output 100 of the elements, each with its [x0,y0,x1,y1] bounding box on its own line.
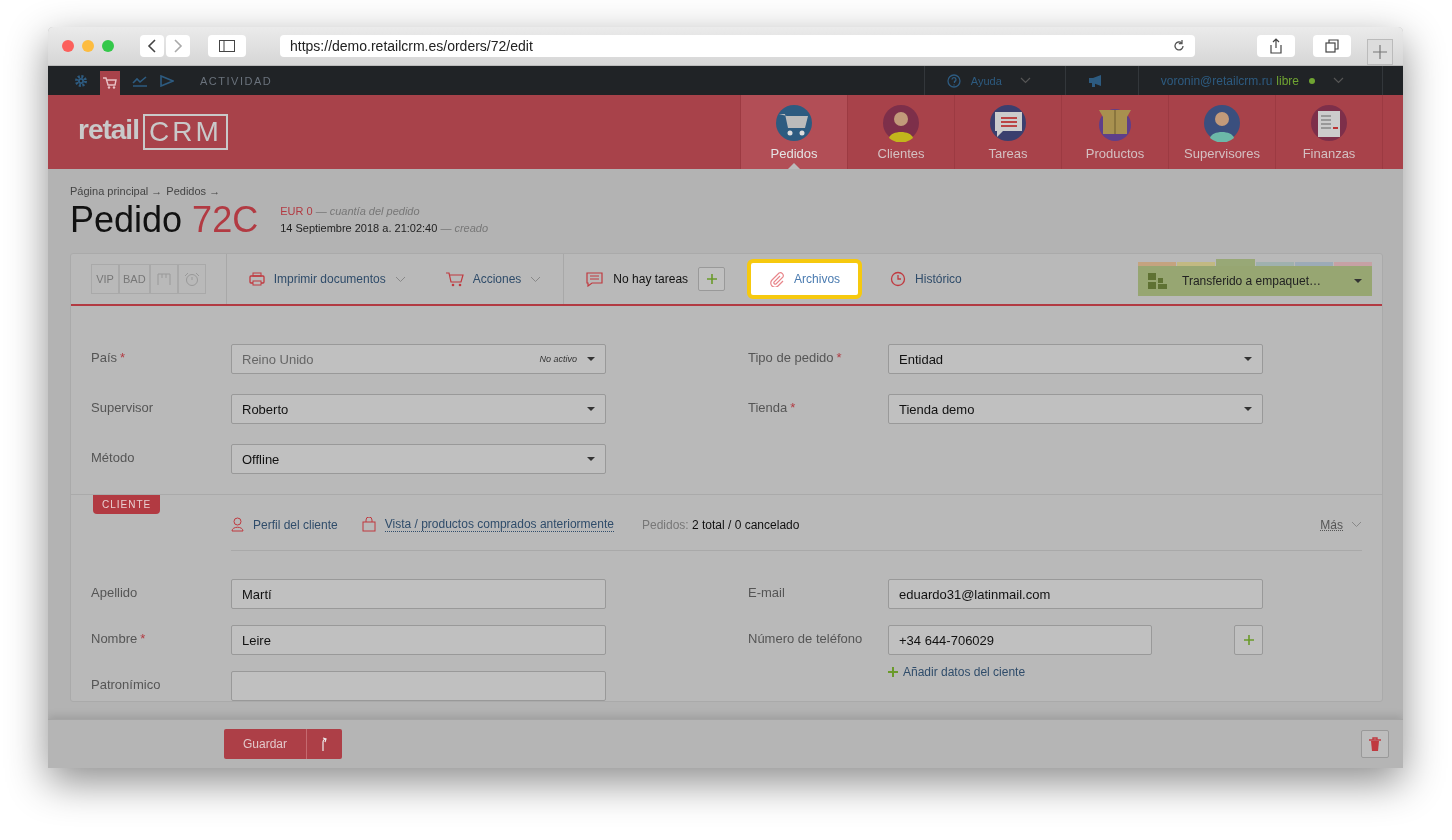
field-label: Apellido [91,584,138,600]
share-button[interactable] [1257,35,1295,57]
input-field[interactable]: Martí [231,579,606,609]
back-button[interactable] [140,35,164,57]
add-client-data-link[interactable]: Añadir datos del ciente [888,665,1263,679]
nav-item[interactable]: Pedidos [740,95,847,169]
chart-icon[interactable] [132,74,148,87]
status-step[interactable] [1294,262,1333,266]
order-title: Pedido 72C [70,199,259,241]
sidebar-icon [219,40,235,52]
address-field[interactable]: https://demo.retailcrm.es/orders/72/edit [280,35,1195,57]
chevron-icon [1351,521,1362,528]
person-icon [231,517,244,532]
sidebar-button[interactable] [208,35,246,57]
flag-icon [156,272,171,286]
back-icon [147,39,157,53]
chevron-icon [530,275,542,283]
select-field[interactable]: Entidad [888,344,1263,374]
printer-icon [248,272,265,286]
field-label: Nombre [91,630,138,646]
input-field[interactable]: eduardo31@latinmail.com [888,579,1263,609]
delete-button[interactable] [1361,730,1389,758]
tag-toggle[interactable] [177,264,206,294]
required-mark: * [120,349,126,365]
clock-icon [890,271,907,287]
reload-icon[interactable] [1173,40,1185,52]
required-mark: * [140,630,146,646]
tabs-button[interactable] [1313,35,1351,57]
forward-icon [173,39,183,53]
chevron-icon [394,275,406,283]
tag-toggle[interactable] [149,264,178,294]
play-icon[interactable] [160,74,174,87]
section-badge: CLIENTE [93,495,161,514]
select-field[interactable]: Roberto [231,394,606,424]
plus-icon [1373,45,1387,59]
input-field[interactable]: +34 644-706029 [888,625,1152,655]
nav-item[interactable]: Clientes [847,95,954,169]
document-icon [1310,103,1348,142]
field-label: Tipo de pedido [748,349,834,365]
field-label: Método [91,449,135,465]
nav-item[interactable]: Productos [1061,95,1168,169]
person-icon [1203,103,1241,142]
online-status-dot [1309,77,1315,84]
help-icon[interactable] [946,73,961,88]
required-mark: * [790,399,796,415]
zoom-dot[interactable] [102,40,114,52]
select-field[interactable]: Offline [231,444,606,474]
minimize-dot[interactable] [82,40,94,52]
status-step[interactable] [1255,262,1294,266]
megaphone-icon[interactable] [1087,74,1104,87]
print-documents-menu[interactable]: Imprimir documentos [248,272,406,286]
cart-tab[interactable] [100,71,120,95]
breadcrumb-link[interactable]: Página principal → [70,185,163,197]
caret-icon [587,357,595,361]
field-label: Patronímico [91,676,161,692]
more-toggle[interactable]: Más [1320,517,1362,532]
field-label: País [91,349,117,365]
orders-summary: Pedidos: 2 total / 0 cancelado [641,517,800,532]
plan-label: libre [1276,73,1299,88]
add-task-button[interactable] [698,267,726,291]
plus-icon [888,667,898,677]
caret-icon [587,407,595,411]
actions-menu[interactable]: Acciones [445,271,542,287]
blocks-icon [1148,273,1168,289]
new-tab-button[interactable] [1367,39,1393,65]
nav-item[interactable]: Tareas [954,95,1061,169]
chevron-icon[interactable] [1333,77,1344,84]
select-field[interactable]: Tienda demo [888,394,1263,424]
nav-item[interactable]: Supervisores [1168,95,1275,169]
toolbar-tab[interactable]: Histórico [872,263,980,295]
cart-icon [103,77,117,89]
save-and-exit-button[interactable] [306,729,343,759]
status-step[interactable] [1333,262,1373,266]
purchase-history-link[interactable]: Vista / productos comprados anteriormente [361,517,614,532]
field-label: Tienda [748,399,788,415]
nav-item[interactable]: Finanzas [1275,95,1383,169]
caret-icon [1354,279,1362,283]
chevron-icon[interactable] [1019,77,1031,84]
status-dropdown[interactable]: Transferido a empaquet… [1138,266,1372,296]
add-phone-button[interactable] [1234,625,1263,655]
settings-icon[interactable] [74,73,88,88]
input-field[interactable]: Leire [231,625,606,655]
status-step[interactable] [1138,262,1177,266]
tabs-icon [1325,39,1339,53]
caret-icon [587,457,595,461]
plus-icon [1243,635,1254,645]
activity-label[interactable]: ACTIVIDAD [200,74,273,87]
order-amount: EUR 0 — cuantía del pedido [280,204,421,219]
save-button[interactable]: Guardar [224,729,307,759]
paperclip-icon [769,271,786,287]
breadcrumb-link[interactable]: Pedidos → [166,185,221,197]
bag-icon [361,517,376,532]
toolbar-tab[interactable]: Archivos [747,259,863,299]
alarm-icon [183,272,200,286]
client-profile-link[interactable]: Perfil del cliente [231,517,338,532]
input-field[interactable] [231,671,606,701]
person-icon [882,103,920,142]
share-icon [1270,38,1282,54]
close-dot[interactable] [62,40,74,52]
required-mark: * [836,349,842,365]
